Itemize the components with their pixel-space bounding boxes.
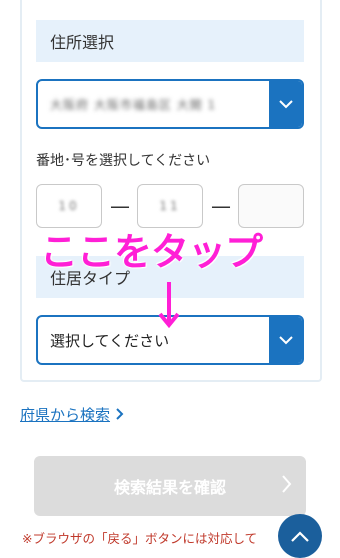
address-select[interactable]: 大阪府 大阪市福島区 大開 1 — [36, 79, 304, 129]
dash-separator-1: — — [110, 194, 130, 218]
address-select-value: 大阪府 大阪市福島区 大開 1 — [50, 97, 217, 112]
confirm-results-button[interactable]: 検索結果を確認 — [34, 456, 306, 516]
chevron-down-icon — [269, 81, 302, 127]
address-section-heading: 住所選択 — [36, 20, 304, 62]
address-heading-text: 住所選択 — [50, 33, 115, 52]
browser-back-note: ※ブラウザの「戻る」ボタンには対応して — [22, 531, 258, 546]
chevron-right-icon — [282, 475, 292, 497]
street-number-field-2-value: 11 — [159, 199, 181, 213]
chevron-right-icon — [116, 405, 124, 424]
tap-here-annotation: ここをタップ — [40, 230, 263, 274]
street-number-field-1-value: 10 — [58, 199, 80, 213]
search-from-prefecture-label: 府県から検索 — [20, 406, 111, 424]
scroll-to-top-button[interactable] — [278, 514, 322, 558]
dash-separator-2: — — [211, 194, 231, 218]
street-number-label: 番地･号を選択してください — [36, 153, 211, 169]
confirm-results-label: 検索結果を確認 — [113, 478, 226, 497]
arrow-down-icon — [158, 282, 180, 334]
search-from-prefecture-link[interactable]: 府県から検索 — [20, 404, 124, 425]
chevron-up-icon — [291, 527, 309, 546]
chevron-down-icon — [269, 317, 302, 363]
